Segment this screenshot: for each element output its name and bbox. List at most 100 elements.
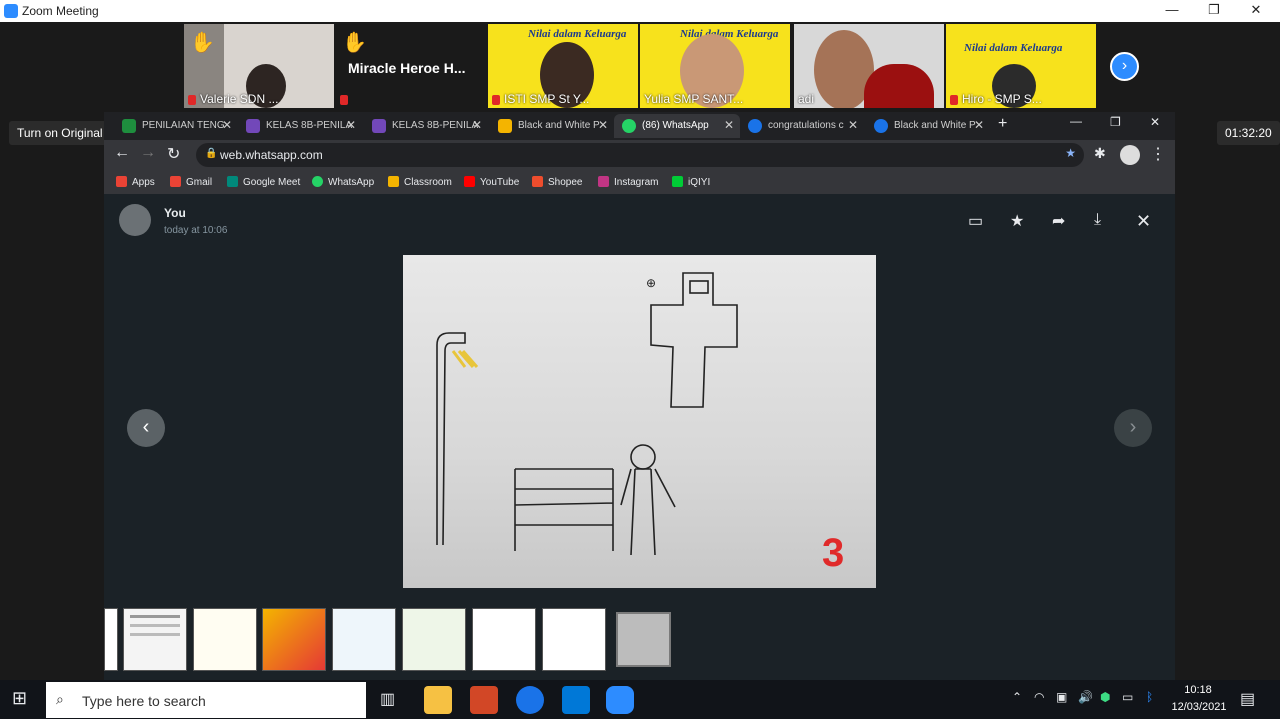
bookmark-star-icon[interactable]: ★ <box>1065 146 1076 160</box>
muted-mic-icon <box>492 94 500 105</box>
url-bar[interactable]: 🔒 web.whatsapp.com ★ <box>196 143 1084 167</box>
forward-icon[interactable]: → <box>140 144 156 162</box>
participant-tile[interactable]: ✋ Valerie SDN ... <box>184 24 334 108</box>
browser-close-button[interactable]: ✕ <box>1150 115 1160 129</box>
drawing-number: 3 <box>822 531 845 575</box>
participant-name: Yulia SMP SANT... <box>644 92 744 106</box>
bookmark-apps[interactable]: Apps <box>116 176 155 188</box>
comment-icon[interactable]: ▭ <box>968 211 983 231</box>
volume-icon[interactable]: 🔊 <box>1078 690 1093 704</box>
download-icon[interactable]: ⤓ <box>1094 211 1101 229</box>
muted-mic-icon <box>340 94 348 105</box>
bookmarks-bar: Apps Gmail Google Meet WhatsApp Classroo… <box>104 170 1175 194</box>
muted-mic-icon <box>188 94 196 105</box>
star-icon[interactable]: ★ <box>1010 211 1024 231</box>
media-thumbnail[interactable] <box>542 608 606 671</box>
show-hidden-icons-icon[interactable]: ⌃ <box>1012 690 1022 704</box>
next-media-button[interactable]: › <box>1114 409 1152 447</box>
tab-close-icon[interactable]: ✕ <box>724 118 734 132</box>
media-thumbnail[interactable] <box>402 608 466 671</box>
media-thumbnail[interactable] <box>104 608 118 671</box>
bluetooth-icon[interactable]: ᛒ <box>1146 690 1153 704</box>
windows-start-icon[interactable]: ⊞ <box>12 688 27 709</box>
meeting-timer: 01:32:20 <box>1217 121 1280 145</box>
chevron-right-icon: › <box>1121 57 1128 74</box>
bookmark-iqiyi[interactable]: iQIYI <box>672 176 710 188</box>
back-icon[interactable]: ← <box>114 144 130 162</box>
media-thumbnail[interactable] <box>193 608 257 671</box>
iqiyi-icon <box>672 176 683 187</box>
taskbar-date[interactable]: 12/03/2021 <box>1168 701 1230 713</box>
bookmark-youtube[interactable]: YouTube <box>464 176 519 188</box>
participant-tile[interactable]: adi <box>794 24 944 108</box>
bookmark-shopee[interactable]: Shopee <box>532 176 582 188</box>
browser-tab-active[interactable]: (86) WhatsApp ✕ <box>614 114 740 138</box>
media-thumbnail-selected[interactable] <box>616 612 671 667</box>
next-participants-button[interactable]: › <box>1110 52 1139 81</box>
battery-icon[interactable]: ▭ <box>1122 690 1133 704</box>
task-view-icon[interactable]: ▥ <box>380 689 395 709</box>
sender-name: You <box>164 206 186 220</box>
previous-media-button[interactable]: ‹ <box>127 409 165 447</box>
taskbar-search-box[interactable]: ⌕ Type here to search <box>46 682 366 718</box>
new-tab-button[interactable]: + <box>998 115 1007 133</box>
message-time: today at 10:06 <box>164 225 228 236</box>
wifi-icon[interactable]: ◠ <box>1034 690 1044 704</box>
tab-close-icon[interactable]: ✕ <box>346 118 356 132</box>
tab-close-icon[interactable]: ✕ <box>848 118 858 132</box>
search-icon: ⌕ <box>56 691 64 707</box>
powerpoint-icon[interactable] <box>470 686 498 714</box>
participant-tile[interactable]: ✋ Miracle Heroe H... <box>336 24 482 108</box>
browser-tab[interactable]: congratulations c ✕ <box>740 114 864 138</box>
bookmark-google-meet[interactable]: Google Meet <box>227 176 300 188</box>
forms-icon <box>372 119 386 133</box>
meet-now-icon[interactable]: ▣ <box>1056 690 1067 704</box>
tab-close-icon[interactable]: ✕ <box>598 118 608 132</box>
media-thumbnail[interactable] <box>262 608 326 671</box>
chrome-icon[interactable] <box>516 686 544 714</box>
participant-tile[interactable]: Nilai dalam Keluarga Yulia SMP SANT... <box>640 24 790 108</box>
bookmark-gmail[interactable]: Gmail <box>170 176 212 188</box>
participant-tile[interactable]: Nilai dalam Keluarga Hiro - SMP S... <box>946 24 1096 108</box>
gmail-icon <box>170 176 181 187</box>
browser-tab[interactable]: Black and White P ✕ <box>490 114 614 138</box>
lock-icon: 🔒 <box>205 148 218 159</box>
browser-tab[interactable]: Black and White P ✕ <box>866 114 990 138</box>
file-explorer-icon[interactable] <box>424 686 452 714</box>
bookmark-instagram[interactable]: Instagram <box>598 176 658 188</box>
reload-icon[interactable]: ↻ <box>167 144 180 164</box>
media-thumbnail[interactable] <box>123 608 187 671</box>
maximize-button[interactable]: ❐ <box>1192 0 1236 22</box>
tab-close-icon[interactable]: ✕ <box>222 118 232 132</box>
store-icon[interactable] <box>562 686 590 714</box>
browser-tab[interactable]: KELAS 8B-PENILA ✕ <box>364 114 488 138</box>
tab-close-icon[interactable]: ✕ <box>472 118 482 132</box>
bookmark-classroom[interactable]: Classroom <box>388 176 452 188</box>
bookmark-whatsapp[interactable]: WhatsApp <box>312 176 374 188</box>
notification-icon[interactable]: ▤ <box>1240 689 1255 709</box>
browser-restore-button[interactable]: ❐ <box>1110 115 1121 129</box>
participant-tile[interactable]: Nilai dalam Keluarga ISTI SMP St Y... <box>488 24 638 108</box>
profile-avatar[interactable] <box>1120 145 1140 165</box>
menu-icon[interactable]: ⋮ <box>1150 144 1166 164</box>
extensions-icon[interactable]: ✱ <box>1094 145 1106 162</box>
canva-icon <box>874 119 888 133</box>
minimize-button[interactable]: — <box>1150 0 1194 22</box>
media-viewer: You today at 10:06 ▭ ★ ➦ ⤓ ✕ ‹ › 3 ⊕ <box>104 194 1175 600</box>
media-thumbnail[interactable] <box>332 608 396 671</box>
tab-close-icon[interactable]: ✕ <box>974 118 984 132</box>
tab-strip: PENILAIAN TENG ✕ KELAS 8B-PENILA ✕ KELAS 8… <box>104 112 1175 138</box>
browser-minimize-button[interactable]: — <box>1070 114 1082 128</box>
media-thumbnail[interactable] <box>472 608 536 671</box>
security-icon[interactable]: ⬢ <box>1100 690 1110 704</box>
forward-icon[interactable]: ➦ <box>1052 211 1065 231</box>
participant-name: adi <box>798 92 815 106</box>
zoom-taskbar-icon[interactable] <box>606 686 634 714</box>
taskbar-time[interactable]: 10:18 <box>1176 684 1220 696</box>
drawing-sketch <box>436 272 738 556</box>
browser-tab[interactable]: PENILAIAN TENG ✕ <box>114 114 238 138</box>
close-icon[interactable]: ✕ <box>1136 211 1151 232</box>
whatsapp-icon <box>622 119 636 133</box>
close-button[interactable]: ✕ <box>1234 0 1278 22</box>
browser-tab[interactable]: KELAS 8B-PENILA ✕ <box>238 114 362 138</box>
